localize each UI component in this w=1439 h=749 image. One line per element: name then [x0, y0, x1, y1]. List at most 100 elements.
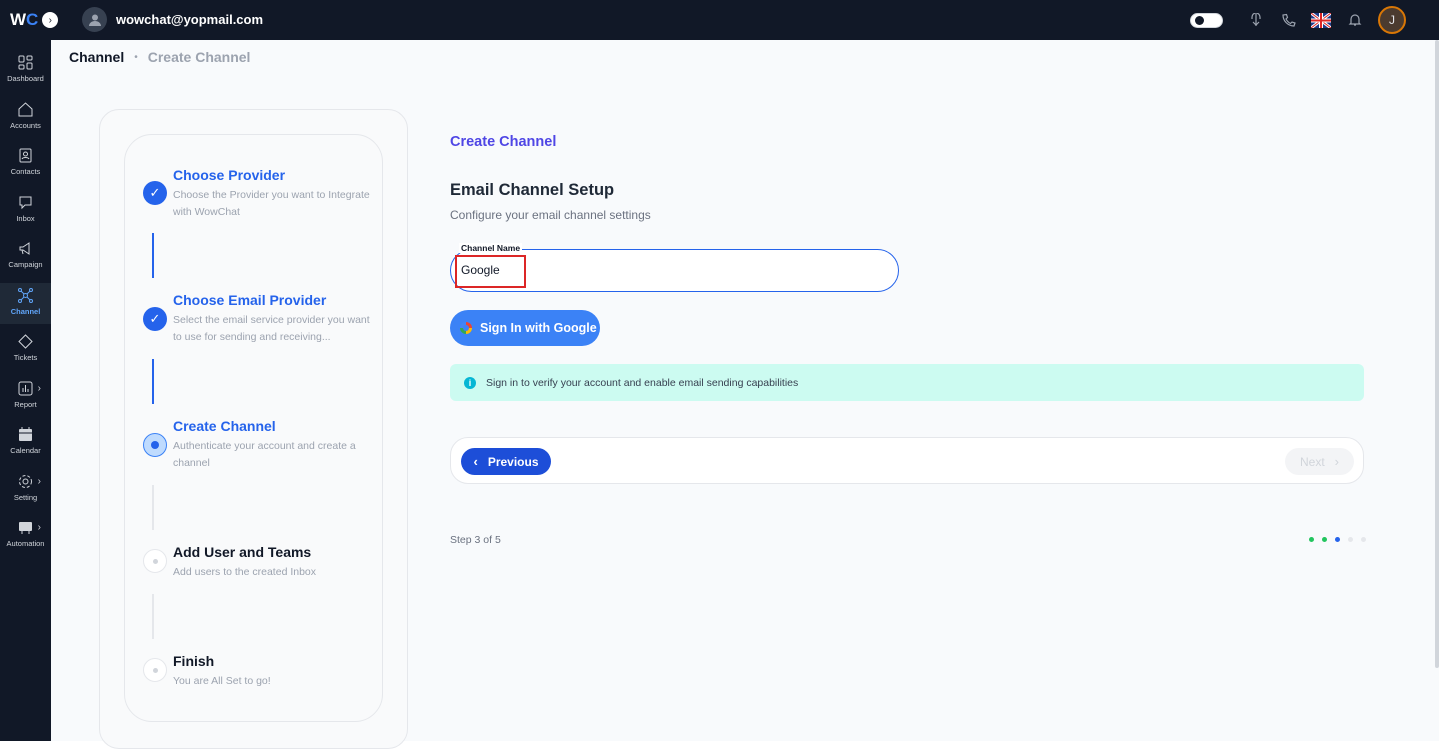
user-email: wowchat@yopmail.com — [116, 12, 264, 27]
sidebar-item-campaign[interactable]: Campaign — [0, 240, 51, 280]
scrollbar[interactable] — [1435, 40, 1439, 668]
chat-icon — [19, 196, 32, 210]
step-navigation: ‹ Previous Next › — [450, 437, 1364, 484]
sidebar-toggle-button[interactable]: › — [42, 12, 59, 28]
step-description: Authenticate your account and create a c… — [173, 440, 356, 469]
sidebar-item-channel[interactable]: Channel — [0, 283, 51, 324]
user-avatar-icon — [82, 7, 107, 32]
logo[interactable]: WC › — [10, 10, 59, 30]
user-menu[interactable]: wowchat@yopmail.com — [82, 7, 263, 32]
step-connector — [152, 359, 154, 404]
current-step-icon — [143, 433, 167, 457]
breadcrumb-current: Create Channel — [147, 49, 251, 65]
step-description: You are All Set to go! — [173, 675, 271, 687]
sidebar-item-contacts[interactable]: Contacts — [0, 147, 51, 187]
sign-in-google-button[interactable]: Sign In with Google — [450, 310, 600, 346]
step-title: Choose Provider — [173, 167, 286, 183]
next-label: Next — [1299, 454, 1325, 469]
sidebar-item-label: Automation — [6, 539, 45, 548]
sidebar-item-label: Contacts — [10, 167, 41, 176]
step-title: Finish — [173, 653, 215, 669]
step-connector — [152, 233, 154, 278]
step-title: Create Channel — [173, 418, 276, 434]
previous-button[interactable]: ‹ Previous — [461, 448, 551, 475]
chevron-left-icon: ‹ — [473, 454, 478, 469]
sidebar-item-tickets[interactable]: Tickets — [0, 333, 51, 373]
step-description: Choose the Provider you want to Integrat… — [173, 189, 370, 218]
progress-dot — [1322, 537, 1327, 542]
info-icon: i — [464, 376, 476, 389]
progress-dot — [1309, 537, 1314, 542]
sidebar-item-label: Tickets — [13, 353, 38, 362]
stepper-card: ✓ Choose Provider Choose the Provider yo… — [99, 109, 408, 749]
ticket-icon — [18, 334, 33, 349]
chevron-right-icon: › — [37, 476, 41, 487]
chevron-right-icon: › — [1334, 454, 1340, 469]
sidebar-item-dashboard[interactable]: Dashboard — [0, 54, 51, 94]
dashboard-icon — [18, 55, 33, 70]
sidebar-item-label: Setting — [13, 493, 38, 502]
sidebar-item-report[interactable]: › Report — [0, 380, 51, 420]
breadcrumb-root[interactable]: Channel — [69, 49, 124, 65]
sidebar-item-label: Accounts — [10, 121, 41, 130]
panel-title: Create Channel — [450, 134, 557, 150]
sidebar-item-label: Campaign — [8, 260, 43, 269]
logo-text: WC — [10, 10, 39, 29]
step-counter: Step 3 of 5 — [450, 534, 501, 546]
pending-step-icon — [143, 549, 167, 573]
sidebar-item-accounts[interactable]: Accounts — [0, 101, 51, 141]
sidebar-item-label: Dashboard — [7, 74, 44, 83]
contact-card-icon — [19, 148, 32, 163]
calendar-icon — [19, 427, 32, 441]
info-alert: i Sign in to verify your account and ena… — [450, 364, 1364, 401]
step-connector — [152, 485, 154, 530]
step-description: Add users to the created Inbox — [173, 566, 317, 578]
check-icon: ✓ — [143, 181, 167, 205]
profile-avatar[interactable]: J — [1378, 6, 1406, 34]
sidebar-item-label: Channel — [10, 307, 41, 316]
sidebar-item-label: Calendar — [10, 446, 41, 455]
top-right-controls: J — [1190, 6, 1406, 34]
automation-icon — [19, 522, 32, 534]
sidebar-item-inbox[interactable]: Inbox — [0, 194, 51, 234]
step-title: Add User and Teams — [173, 544, 312, 560]
channel-name-label: Channel Name — [459, 243, 523, 253]
main-content: Channel • Create Channel ✓ Choose Provid… — [51, 40, 1439, 749]
sidebar: Dashboard Accounts Contacts Inbox Campai… — [0, 40, 51, 741]
theme-toggle[interactable] — [1190, 12, 1223, 28]
breadcrumb-separator: • — [134, 51, 138, 63]
sidebar-item-label: Inbox — [16, 214, 35, 223]
home-icon — [18, 102, 33, 117]
progress-dot — [1348, 537, 1353, 542]
report-icon — [18, 381, 33, 396]
pending-step-icon — [143, 658, 167, 682]
step-connector — [152, 594, 154, 639]
sidebar-item-automation[interactable]: › Automation — [0, 519, 51, 559]
step-description: Select the email service provider you wa… — [173, 314, 370, 343]
headset-icon[interactable] — [1247, 11, 1265, 29]
channel-icon — [18, 288, 33, 303]
gear-icon — [19, 475, 32, 488]
info-text: Sign in to verify your account and enabl… — [486, 376, 799, 389]
progress-dot — [1361, 537, 1366, 542]
check-icon: ✓ — [143, 307, 167, 331]
annotation-highlight-box — [455, 255, 526, 288]
chevron-right-icon: › — [37, 522, 41, 533]
sidebar-item-label: Report — [14, 400, 37, 409]
setup-subtitle: Configure your email channel settings — [450, 208, 651, 222]
progress-dots — [1309, 537, 1366, 542]
sidebar-item-setting[interactable]: › Setting — [0, 473, 51, 513]
breadcrumb: Channel • Create Channel — [69, 49, 250, 65]
sign-in-google-label: Sign In with Google — [480, 321, 597, 335]
chevron-right-icon: › — [37, 383, 41, 394]
sidebar-item-calendar[interactable]: Calendar — [0, 426, 51, 466]
progress-dot — [1335, 537, 1340, 542]
setup-title: Email Channel Setup — [450, 181, 615, 199]
phone-icon[interactable] — [1279, 11, 1297, 29]
google-icon — [460, 322, 472, 334]
megaphone-icon — [19, 242, 30, 255]
next-button[interactable]: Next › — [1285, 448, 1354, 475]
bell-icon[interactable] — [1346, 11, 1364, 29]
stepper: ✓ Choose Provider Choose the Provider yo… — [124, 134, 383, 722]
language-flag-icon[interactable] — [1311, 12, 1331, 28]
